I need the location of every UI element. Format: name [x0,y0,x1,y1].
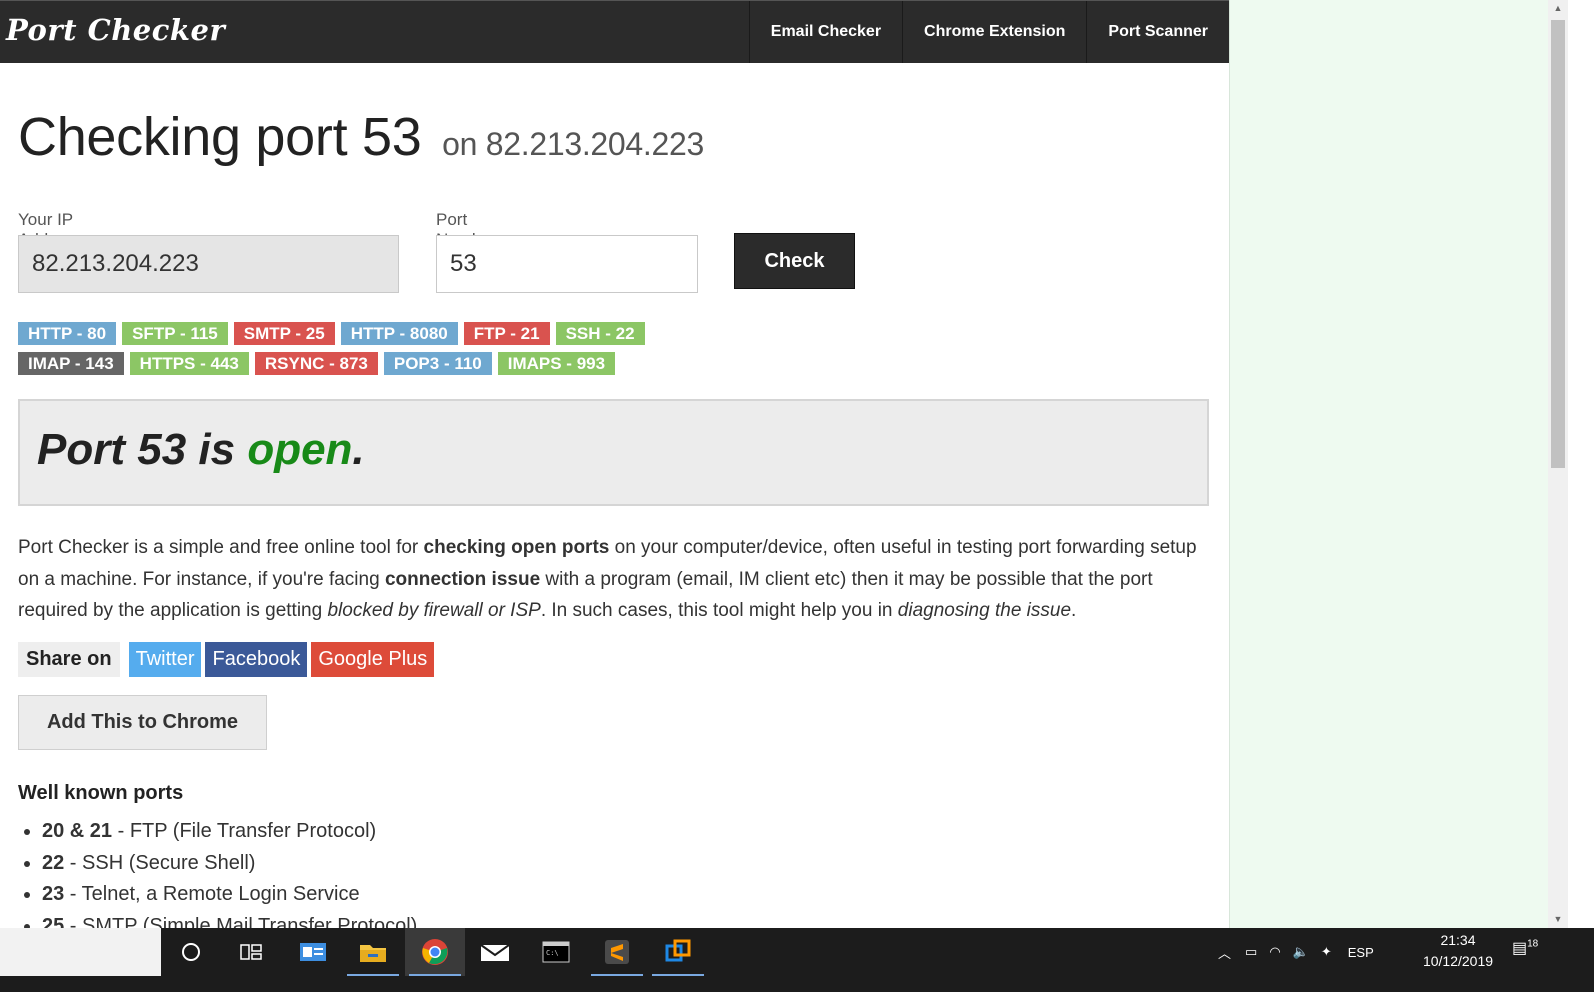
port-description: - SSH (Secure Shell) [64,851,256,874]
result-prefix: Port 53 is [37,425,248,474]
scrollbar[interactable]: ▲ ▼ [1548,0,1568,928]
scroll-up-arrow-icon[interactable]: ▲ [1548,0,1568,17]
window-edge [1568,0,1594,992]
active-indicator [347,974,399,976]
port-description: - Telnet, a Remote Login Service [64,883,360,905]
port-preset-tag[interactable]: IMAP - 143 [18,352,124,375]
share-google-plus-button[interactable]: Google Plus [311,642,435,677]
wifi-icon[interactable]: ◠ [1269,944,1280,960]
port-number: 22 [42,851,65,874]
port-preset-tag[interactable]: SMTP - 25 [233,322,335,345]
check-button[interactable]: Check [734,233,855,289]
port-preset-tag[interactable]: SFTP - 115 [122,322,228,345]
main-content: Checking port 53 on 82.213.204.223 Your … [18,62,1210,937]
share-label: Share on [18,642,120,677]
battery-icon[interactable]: ▭ [1245,944,1257,960]
system-tray: ︿ ▭ ◠ 🔈 ✦ ESP [1218,928,1374,976]
list-item: 23 - Telnet, a Remote Login Service [42,879,417,911]
scroll-thumb[interactable] [1551,20,1565,468]
share-bar: Share on Twitter Facebook Google Plus [18,642,435,677]
port-preset-tag[interactable]: HTTP - 8080 [340,322,458,345]
description: Port Checker is a simple and free online… [18,532,1213,627]
port-preset-tag[interactable]: SSH - 22 [555,322,645,345]
volume-icon[interactable]: 🔈 [1293,944,1309,960]
page-title-text: Checking port 53 [18,107,422,167]
desc-italic: blocked by firewall or ISP [327,600,541,621]
port-preset-tag[interactable]: IMAPS - 993 [497,352,616,375]
cortana-icon[interactable] [161,928,221,976]
desc-text: . In such cases, this tool might help yo… [540,600,898,621]
port-preset-tag[interactable]: RSYNC - 873 [254,352,378,375]
port-preset-tag[interactable]: FTP - 21 [463,322,550,345]
site-logo[interactable]: Port Checker [6,13,225,47]
scroll-down-arrow-icon[interactable]: ▼ [1548,911,1568,928]
svg-text:C:\: C:\ [546,949,559,957]
taskbar: C:\ ︿ ▭ ◠ 🔈 ✦ ESP 21:34 10/12/2019 ▤18 [0,928,1594,992]
clock-date: 10/12/2019 [1422,953,1494,969]
chrome-icon[interactable] [405,928,465,976]
language-indicator[interactable]: ESP [1348,945,1374,960]
clock[interactable]: 21:34 10/12/2019 [1420,930,1496,972]
virtualbox-icon[interactable] [648,928,708,976]
dropbox-icon[interactable]: ✦ [1321,944,1332,960]
port-preset-row: HTTP - 80 SFTP - 115 SMTP - 25 HTTP - 8080 F… [18,322,718,345]
nav-chrome-extension[interactable]: Chrome Extension [902,1,1086,63]
active-indicator [652,974,704,976]
port-preset-tag[interactable]: HTTP - 80 [18,322,117,345]
taskbar-search-box[interactable] [0,928,161,976]
port-number-field[interactable]: 53 [436,235,698,293]
notification-icon: ▤ [1512,940,1528,957]
share-twitter-button[interactable]: Twitter [128,642,202,677]
contacts-app-icon[interactable] [283,928,343,976]
result-box: Port 53 is open. [18,399,1209,506]
file-explorer-icon[interactable] [343,928,403,976]
port-number: 23 [42,883,65,905]
top-navbar: Port Checker Email Checker Chrome Extens… [0,0,1229,63]
result-status: open [247,425,353,474]
port-description: - FTP (File Transfer Protocol) [112,820,377,842]
active-indicator [409,974,461,976]
page-title-ip: on 82.213.204.223 [442,126,704,162]
desc-italic: diagnosing the issue [897,600,1072,621]
active-indicator [591,974,643,976]
page-title: Checking port 53 on 82.213.204.223 [18,106,1210,168]
sublime-text-icon[interactable] [587,928,647,976]
nav-port-scanner[interactable]: Port Scanner [1086,1,1229,63]
result-text: Port 53 is open. [37,425,365,475]
desc-bold: checking open ports [423,537,610,558]
add-to-chrome-button[interactable]: Add This to Chrome [18,695,267,750]
ip-address-field[interactable]: 82.213.204.223 [18,235,399,293]
command-prompt-icon[interactable]: C:\ [526,928,586,976]
mail-icon[interactable] [465,928,525,976]
port-presets: HTTP - 80 SFTP - 115 SMTP - 25 HTTP - 8080 F… [18,322,718,382]
list-item: 22 - SSH (Secure Shell) [42,848,417,880]
action-center-icon[interactable]: ▤18 [1512,938,1538,958]
desc-text: . [1071,600,1077,621]
well-known-ports-list: 20 & 21 - FTP (File Transfer Protocol)22… [18,816,417,942]
result-suffix: . [352,425,365,474]
show-hidden-icons-chevron-icon[interactable]: ︿ [1218,943,1231,962]
share-facebook-button[interactable]: Facebook [205,642,308,677]
port-preset-row: IMAP - 143 HTTPS - 443 RSYNC - 873 POP3 - 1… [18,352,718,375]
port-preset-tag[interactable]: HTTPS - 443 [129,352,249,375]
desc-bold: connection issue [384,568,541,590]
port-preset-tag[interactable]: POP3 - 110 [383,352,492,375]
port-number: 20 & 21 [42,820,113,842]
notification-count: 18 [1527,938,1539,950]
list-item: 20 & 21 - FTP (File Transfer Protocol) [42,816,417,848]
desc-text: Port Checker is a simple and free online… [18,537,424,558]
nav-email-checker[interactable]: Email Checker [748,1,902,63]
nav-menu: Email Checker Chrome Extension Port Scan… [748,1,1229,63]
clock-time: 21:34 [1440,932,1476,948]
well-known-ports-heading: Well known ports [18,782,184,804]
side-panel [1229,0,1549,928]
task-view-icon[interactable] [221,928,281,976]
